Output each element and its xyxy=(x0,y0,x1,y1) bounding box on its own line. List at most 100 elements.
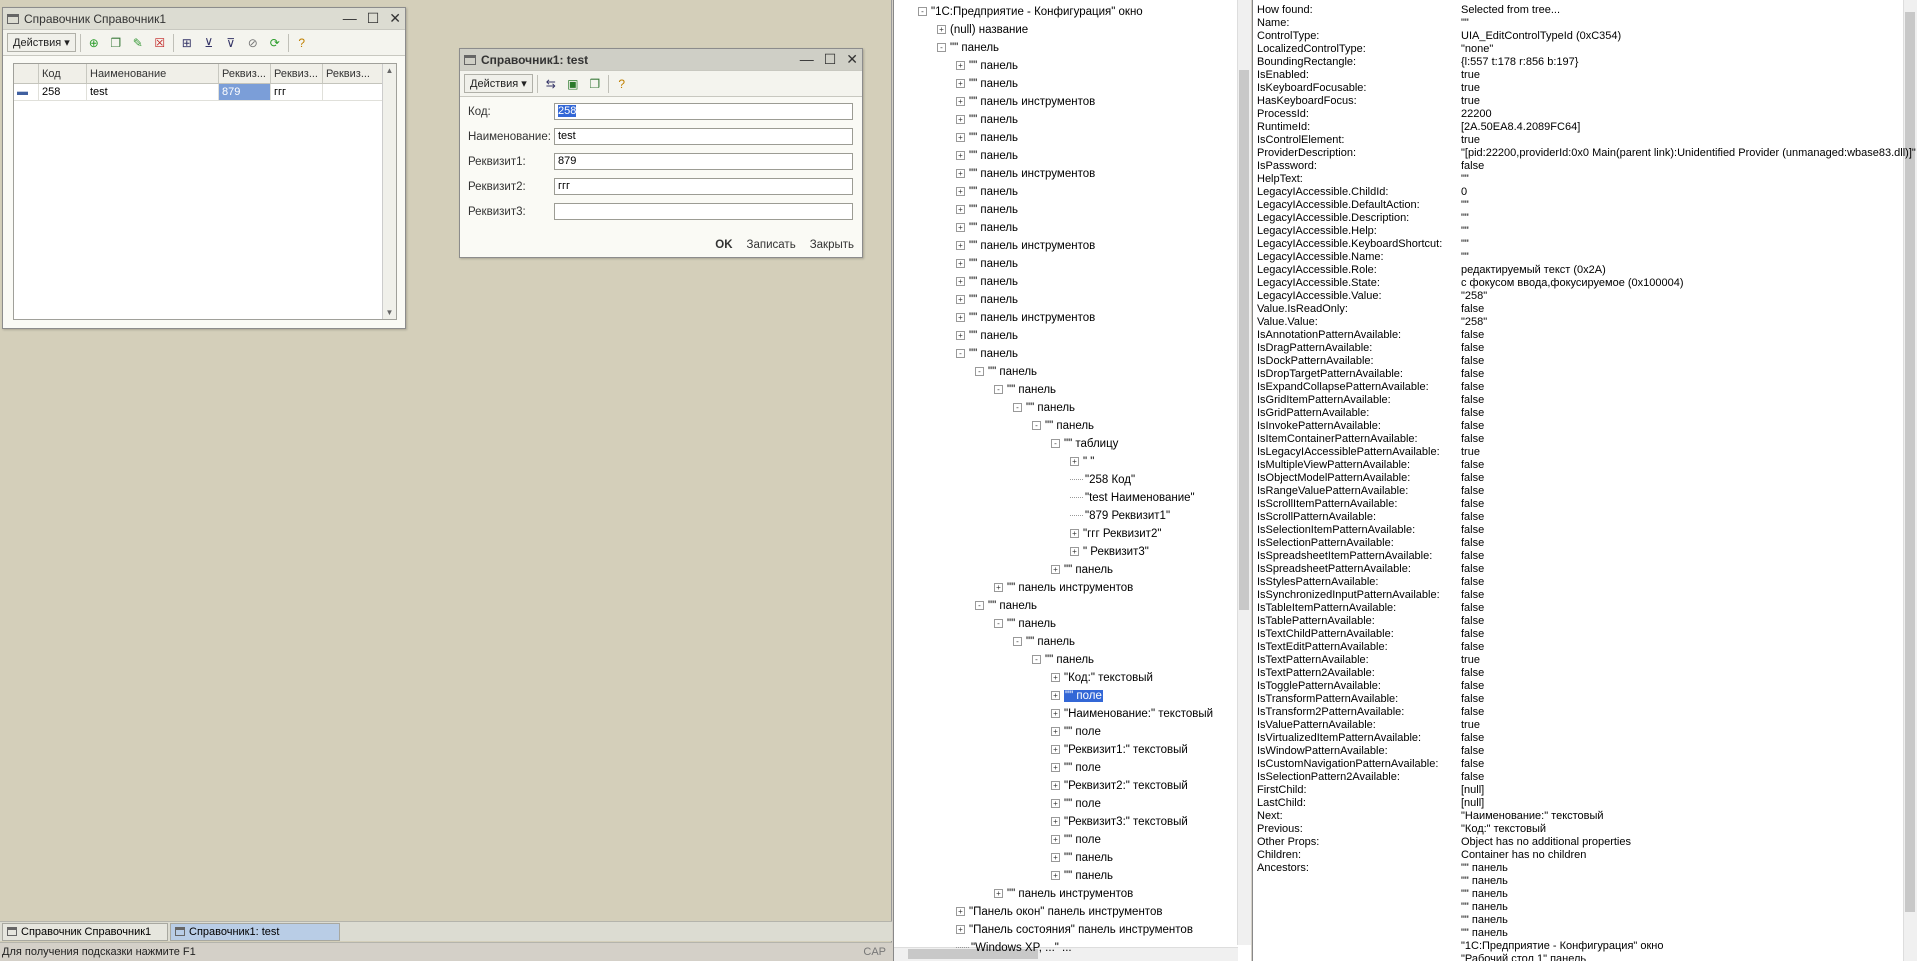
property-row[interactable]: Children: Container has no children xyxy=(1257,849,1586,862)
property-row[interactable]: IsStylesPatternAvailable: false xyxy=(1257,576,1484,589)
property-row[interactable]: IsWindowPatternAvailable: false xyxy=(1257,745,1484,758)
property-row[interactable]: IsSelectionPattern2Available: false xyxy=(1257,771,1484,784)
tree-node[interactable]: "Windows XP, ..." ... xyxy=(956,939,1072,957)
tree-node[interactable]: + "" панель xyxy=(956,273,1018,291)
tree-node[interactable]: + "ггг Реквизит2" xyxy=(1070,525,1161,543)
table-row[interactable]: ▬ 258 test 879 ггг xyxy=(14,84,396,101)
property-row[interactable]: IsGridPatternAvailable: false xyxy=(1257,407,1484,420)
property-row[interactable]: IsTextEditPatternAvailable: false xyxy=(1257,641,1484,654)
expand-icon[interactable]: + xyxy=(994,889,1003,899)
tree-node[interactable]: - "" панель xyxy=(975,597,1037,615)
expand-icon[interactable]: + xyxy=(1051,781,1060,791)
tree-node[interactable]: - "" панель xyxy=(1013,399,1075,417)
expand-icon[interactable]: + xyxy=(956,241,965,251)
help-icon[interactable]: ? xyxy=(293,34,311,52)
property-row[interactable]: IsCustomNavigationPatternAvailable: false xyxy=(1257,758,1484,771)
property-row[interactable]: LegacyIAccessible.DefaultAction: "" xyxy=(1257,199,1469,212)
collapse-icon[interactable]: - xyxy=(994,619,1003,629)
collapse-icon[interactable]: - xyxy=(975,601,984,611)
expand-icon[interactable]: + xyxy=(937,25,946,35)
property-row[interactable]: IsSelectionPatternAvailable: false xyxy=(1257,537,1484,550)
expand-icon[interactable]: + xyxy=(994,583,1003,593)
expand-icon[interactable]: + xyxy=(1051,853,1060,863)
property-row[interactable]: ProviderDescription: "[pid:22200,provider… xyxy=(1257,147,1916,160)
tree-node[interactable]: + "" панель xyxy=(956,201,1018,219)
property-row[interactable]: IsMultipleViewPatternAvailable: false xyxy=(1257,459,1484,472)
tree-node[interactable]: + "" панель xyxy=(956,57,1018,75)
tree-node[interactable]: + "Реквизит3:" текстовый xyxy=(1051,813,1188,831)
collapse-icon[interactable]: - xyxy=(1051,439,1060,449)
tree-node[interactable]: + "" поле xyxy=(1051,723,1101,741)
grid-scrollbar[interactable]: ▲ ▼ xyxy=(382,64,396,319)
column-header-req1[interactable]: Реквиз... xyxy=(219,64,271,83)
property-row[interactable]: IsTablePatternAvailable: false xyxy=(1257,615,1484,628)
tree-node[interactable]: + "Реквизит2:" текстовый xyxy=(1051,777,1188,795)
property-row[interactable]: IsSpreadsheetItemPatternAvailable: false xyxy=(1257,550,1484,563)
property-row[interactable]: How found: Selected from tree... xyxy=(1257,4,1560,17)
expand-icon[interactable]: + xyxy=(1051,745,1060,755)
property-row[interactable]: Value.Value: "258" xyxy=(1257,316,1487,329)
collapse-icon[interactable]: - xyxy=(1013,403,1022,413)
property-row[interactable]: LegacyIAccessible.Name: "" xyxy=(1257,251,1469,264)
expand-icon[interactable]: + xyxy=(1051,565,1060,575)
expand-icon[interactable]: + xyxy=(956,223,965,233)
expand-icon[interactable]: + xyxy=(956,331,965,341)
filter-dropdown-icon[interactable]: ⊽ xyxy=(222,34,240,52)
properties-panel[interactable]: How found: Selected from tree... Name: "" Co… xyxy=(1252,0,1917,961)
expand-icon[interactable]: + xyxy=(956,97,965,107)
expand-icon[interactable]: + xyxy=(1051,673,1060,683)
field-req3-input[interactable] xyxy=(554,203,853,220)
cell-req2[interactable]: ггг xyxy=(271,84,323,100)
tree-node[interactable]: + " Реквизит3" xyxy=(1070,543,1149,561)
task-form-window[interactable]: Справочник1: test xyxy=(170,922,340,941)
list-window[interactable]: Справочник Справочник1 — ☐ ✕ Действия ▾ ⊕… xyxy=(2,7,406,329)
expand-icon[interactable]: + xyxy=(956,277,965,287)
property-row[interactable]: IsObjectModelPatternAvailable: false xyxy=(1257,472,1484,485)
property-row[interactable]: IsItemContainerPatternAvailable: false xyxy=(1257,433,1484,446)
tree-node[interactable]: + "Реквизит1:" текстовый xyxy=(1051,741,1188,759)
property-row[interactable]: IsScrollItemPatternAvailable: false xyxy=(1257,498,1484,511)
tree-node[interactable]: + "" поле xyxy=(1051,831,1101,849)
collapse-icon[interactable]: - xyxy=(994,385,1003,395)
property-row[interactable]: IsLegacyIAccessiblePatternAvailable: true xyxy=(1257,446,1480,459)
property-row[interactable]: BoundingRectangle: {l:557 t:178 r:856 b:1… xyxy=(1257,56,1578,69)
property-row[interactable]: IsSpreadsheetPatternAvailable: false xyxy=(1257,563,1484,576)
tree-node[interactable]: + "Наименование:" текстовый xyxy=(1051,705,1213,723)
tree-node[interactable]: + "Код:" текстовый xyxy=(1051,669,1153,687)
property-row[interactable]: IsTransform2PatternAvailable: false xyxy=(1257,706,1484,719)
property-row[interactable]: LegacyIAccessible.KeyboardShortcut: "" xyxy=(1257,238,1469,251)
filter-set-icon[interactable]: ⊻ xyxy=(200,34,218,52)
tree-node[interactable]: - "" панель xyxy=(1013,633,1075,651)
form-window[interactable]: Справочник1: test — ☐ ✕ Действия ▾ ⇆ ▣ ❐ … xyxy=(459,48,863,258)
close-button[interactable]: Закрыть xyxy=(810,239,854,251)
property-row[interactable]: IsControlElement: true xyxy=(1257,134,1480,147)
maximize-icon[interactable]: ☐ xyxy=(367,10,380,27)
copy-icon[interactable]: ❐ xyxy=(107,34,125,52)
filter-icon[interactable]: ⊞ xyxy=(178,34,196,52)
cell-code[interactable]: 258 xyxy=(39,84,87,100)
property-row[interactable]: LegacyIAccessible.Description: "" xyxy=(1257,212,1469,225)
tree-node[interactable]: + "" панель инструментов xyxy=(956,237,1095,255)
expand-icon[interactable]: + xyxy=(956,79,965,89)
collapse-icon[interactable]: - xyxy=(1032,421,1041,431)
property-row[interactable]: IsExpandCollapsePatternAvailable: false xyxy=(1257,381,1484,394)
column-header-req3[interactable]: Реквиз... xyxy=(323,64,383,83)
form-window-titlebar[interactable]: Справочник1: test — ☐ ✕ xyxy=(460,49,862,71)
expand-icon[interactable]: + xyxy=(956,61,965,71)
expand-icon[interactable]: + xyxy=(956,187,965,197)
column-header-name[interactable]: Наименование xyxy=(87,64,219,83)
tree-node-selected[interactable]: + "" поле xyxy=(1051,687,1103,705)
expand-icon[interactable]: + xyxy=(956,313,965,323)
tree-node[interactable]: + "" панель инструментов xyxy=(956,93,1095,111)
property-row[interactable]: IsVirtualizedItemPatternAvailable: false xyxy=(1257,732,1484,745)
tree-node[interactable]: + "" панель xyxy=(956,291,1018,309)
tree-node[interactable]: + "" поле xyxy=(1051,759,1101,777)
property-row[interactable]: Name: "" xyxy=(1257,17,1469,30)
help-icon[interactable]: ? xyxy=(613,75,631,93)
expand-icon[interactable]: + xyxy=(1051,691,1060,701)
edit-icon[interactable]: ✎ xyxy=(129,34,147,52)
field-req2-input[interactable]: ггг xyxy=(554,178,853,195)
tree-node[interactable]: + "" панель xyxy=(956,147,1018,165)
expand-icon[interactable]: + xyxy=(1070,457,1079,467)
cell-req1[interactable]: 879 xyxy=(219,84,271,100)
